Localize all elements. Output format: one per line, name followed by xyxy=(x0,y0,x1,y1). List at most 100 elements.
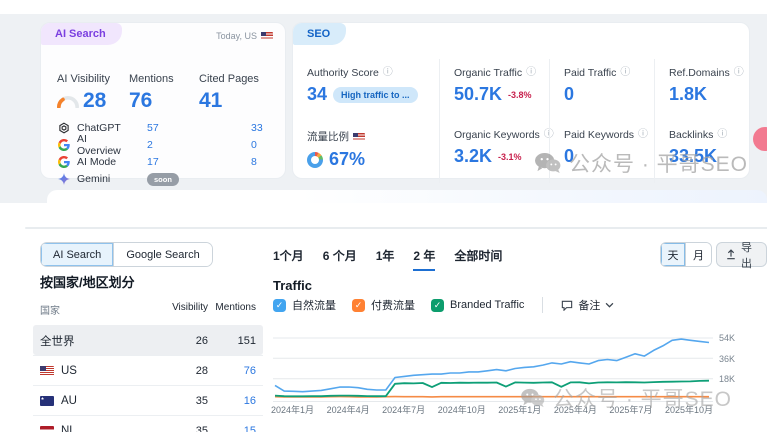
tab-google-search[interactable]: Google Search xyxy=(114,243,211,266)
y-axis-tick: 54K xyxy=(719,333,735,343)
export-button[interactable]: 导出 xyxy=(716,242,767,267)
notes-label: 备注 xyxy=(578,297,600,313)
organic-traffic-cell: Organic Trafficⓘ 50.7K -3.8% xyxy=(439,59,549,121)
dashboard: AI Search Today, US AI Visibility 28 Men… xyxy=(0,0,767,432)
upload-icon xyxy=(726,249,736,260)
legend-label: Branded Traffic xyxy=(450,299,524,311)
header-country[interactable]: 国家 xyxy=(40,302,166,317)
ref-domains-value[interactable]: 1.8K xyxy=(669,84,707,105)
engine-list: ChatGPT 57 33 AI Overview 2 0 AI Mode 17… xyxy=(57,119,275,187)
time-range-filters: 1个月 6 个月 1年 2 年 全部时间 xyxy=(273,247,502,271)
backlinks-value[interactable]: 33.5K xyxy=(669,146,717,167)
seo-card: SEO Authority Scoreⓘ 34 High traffic to … xyxy=(292,22,750,179)
engine-mentions[interactable]: 57 xyxy=(129,122,199,134)
checkbox-checked-icon[interactable]: ✓ xyxy=(431,299,444,312)
tab-ai-search[interactable]: AI Search xyxy=(41,243,114,266)
mentions-value[interactable]: 15 xyxy=(208,425,256,432)
info-icon[interactable]: ⓘ xyxy=(383,68,393,78)
traffic-chart[interactable] xyxy=(273,322,713,402)
mentions-value: 76 xyxy=(129,89,152,113)
table-row-us[interactable]: US 28 76 xyxy=(33,355,263,385)
authority-score-tag[interactable]: High traffic to ... xyxy=(333,87,418,103)
x-axis-tick: 2024年10月 xyxy=(438,403,486,416)
filter-all-time[interactable]: 全部时间 xyxy=(454,247,502,271)
google-icon xyxy=(57,138,71,152)
info-icon[interactable]: ⓘ xyxy=(526,68,536,78)
checkbox-checked-icon[interactable]: ✓ xyxy=(352,299,365,312)
engine-cited[interactable]: 0 xyxy=(199,139,257,151)
legend-paid-traffic[interactable]: ✓ 付费流量 xyxy=(352,297,415,313)
us-flag-icon xyxy=(353,133,365,141)
country-table-header: 国家 Visibility Mentions xyxy=(33,298,263,325)
engine-cited[interactable]: 8 xyxy=(199,156,257,168)
backlinks-label: Backlinks xyxy=(669,129,713,141)
traffic-share-label: 流量比例 xyxy=(307,129,349,144)
granularity-day-button[interactable]: 天 xyxy=(661,243,686,266)
mentions-value[interactable]: 76 xyxy=(208,365,256,377)
x-axis-tick: 2024年1月 xyxy=(271,403,314,416)
paid-keywords-value[interactable]: 0 xyxy=(564,146,574,167)
mentions-metric: Mentions 76 xyxy=(129,73,199,113)
checkbox-checked-icon[interactable]: ✓ xyxy=(273,299,286,312)
mentions-value[interactable]: 16 xyxy=(208,395,256,407)
engine-cited[interactable]: 33 xyxy=(199,122,263,134)
filter-1-month[interactable]: 1个月 xyxy=(273,247,304,271)
nl-flag-icon xyxy=(40,426,54,432)
authority-score-value: 34 xyxy=(307,84,327,105)
organic-keywords-delta: -3.1% xyxy=(498,152,522,162)
organic-keywords-value[interactable]: 3.2K xyxy=(454,146,492,167)
granularity-month-button[interactable]: 月 xyxy=(686,243,711,266)
search-type-tabs: AI Search Google Search xyxy=(40,242,213,267)
x-axis-labels: 2024年1月 2024年4月 2024年7月 2024年10月 2025年1月… xyxy=(271,403,713,416)
legend-branded-traffic[interactable]: ✓ Branded Traffic xyxy=(431,299,524,312)
visibility-value: 26 xyxy=(166,335,208,347)
filter-6-months[interactable]: 6 个月 xyxy=(323,247,357,271)
backlinks-cell: Backlinks ⓘ 33.5K xyxy=(654,121,751,183)
panel-top-edge xyxy=(25,227,767,229)
soon-badge: soon xyxy=(147,173,179,186)
paid-traffic-cell: Paid Trafficⓘ 0 xyxy=(549,59,654,121)
x-axis-tick: 2025年10月 xyxy=(665,403,713,416)
chevron-down-icon xyxy=(605,302,614,308)
info-icon[interactable]: ⓘ xyxy=(717,130,727,140)
engine-mentions[interactable]: 17 xyxy=(129,156,199,168)
ai-search-card: AI Search Today, US AI Visibility 28 Men… xyxy=(40,22,286,179)
filter-2-years[interactable]: 2 年 xyxy=(413,247,435,271)
ref-domains-cell: Ref.Domainsⓘ 1.8K xyxy=(654,59,751,121)
granularity-toggle: 天 月 xyxy=(660,242,712,267)
notes-dropdown[interactable]: 备注 xyxy=(561,297,614,313)
table-row-au[interactable]: AU 35 16 xyxy=(33,385,263,415)
organic-keywords-label: Organic Keywords xyxy=(454,129,540,141)
header-visibility[interactable]: Visibility xyxy=(166,302,208,317)
organic-keywords-cell: Organic Keywordsⓘ 3.2K -3.1% xyxy=(439,121,549,183)
x-axis-tick: 2024年4月 xyxy=(327,403,370,416)
section-gap xyxy=(0,203,767,229)
visibility-value: 35 xyxy=(166,395,208,407)
donut-chart-icon xyxy=(307,152,323,168)
legend-divider xyxy=(542,297,543,313)
paid-traffic-value[interactable]: 0 xyxy=(564,84,574,105)
engine-mentions[interactable]: 2 xyxy=(129,139,199,151)
organic-traffic-delta: -3.8% xyxy=(508,90,532,100)
country-name: NL xyxy=(61,425,76,432)
cited-pages-value: 41 xyxy=(199,89,222,113)
ai-visibility-value: 28 xyxy=(83,89,106,113)
country-name: AU xyxy=(61,395,77,407)
x-axis-tick: 2025年4月 xyxy=(554,403,597,416)
by-country-title: 按国家/地区划分 xyxy=(40,272,135,291)
date-label: Today, US xyxy=(216,31,257,41)
info-icon[interactable]: ⓘ xyxy=(734,68,744,78)
legend-organic-traffic[interactable]: ✓ 自然流量 xyxy=(273,297,336,313)
info-icon[interactable]: ⓘ xyxy=(638,130,648,140)
table-row-worldwide[interactable]: 全世界 26 151 xyxy=(33,325,263,355)
engine-row-ai-overview: AI Overview 2 0 xyxy=(57,137,275,153)
info-icon[interactable]: ⓘ xyxy=(620,68,630,78)
partial-next-card xyxy=(47,190,767,204)
engine-name: Gemini xyxy=(77,173,129,185)
filter-1-year[interactable]: 1年 xyxy=(376,247,395,271)
ai-visibility-label: AI Visibility xyxy=(57,73,129,85)
organic-traffic-value[interactable]: 50.7K xyxy=(454,84,502,105)
header-mentions[interactable]: Mentions xyxy=(208,302,256,317)
google-icon xyxy=(57,155,71,169)
table-row-nl[interactable]: NL 35 15 xyxy=(33,415,263,432)
